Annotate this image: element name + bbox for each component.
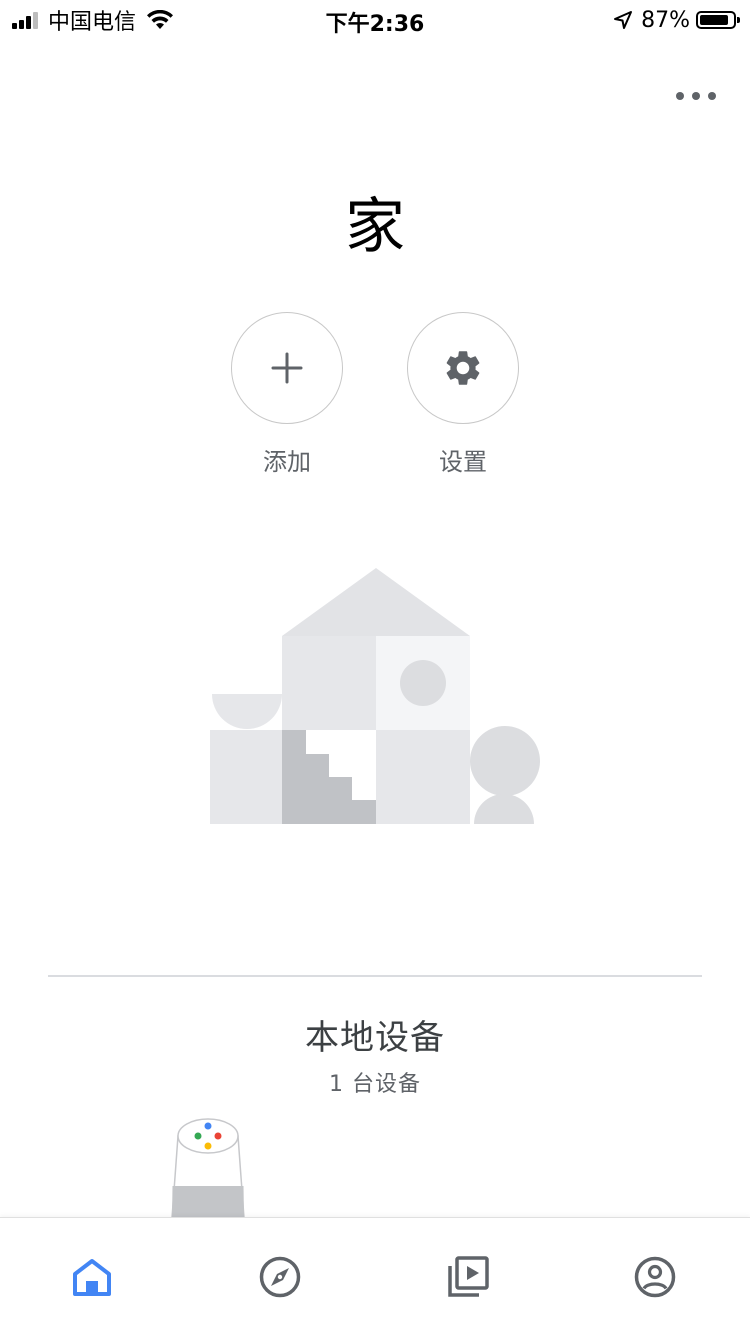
- google-home-speaker-icon[interactable]: [168, 1114, 248, 1224]
- illustration-block-lower-right: [376, 730, 470, 824]
- add-label: 添加: [263, 448, 311, 476]
- status-right: 87%: [613, 6, 740, 34]
- section-divider: [48, 975, 702, 977]
- speaker-dot-red: [214, 1132, 222, 1140]
- media-icon: [448, 1256, 489, 1297]
- account-icon: [634, 1256, 676, 1298]
- illustration-roof: [282, 568, 470, 636]
- bottom-nav: [0, 1217, 750, 1335]
- compass-icon: [259, 1256, 301, 1298]
- battery-icon: [696, 11, 740, 29]
- add-action: 添加: [231, 312, 343, 477]
- add-button[interactable]: [231, 312, 343, 424]
- nav-media[interactable]: [443, 1252, 493, 1302]
- battery-cap: [737, 17, 740, 23]
- status-bar: 中国电信 下午2:36 87%: [0, 0, 750, 40]
- device-count: 1 台设备: [329, 1072, 421, 1097]
- settings-action: 设置: [407, 312, 519, 477]
- illustration-figure-head: [470, 726, 540, 796]
- more-dot: [692, 92, 700, 100]
- illustration-circle-window: [400, 660, 446, 706]
- settings-button[interactable]: [407, 312, 519, 424]
- speaker-dot-green: [194, 1132, 202, 1140]
- location-arrow-icon: [614, 11, 633, 29]
- illustration-block-lower-left: [210, 730, 282, 824]
- battery-percent: 87%: [641, 7, 690, 33]
- gear-icon: [446, 351, 480, 385]
- settings-label: 设置: [439, 448, 487, 476]
- illustration-block-upper-left: [282, 636, 376, 730]
- illustration-bowl: [212, 694, 282, 729]
- more-dot: [708, 92, 716, 100]
- plus-icon: [271, 352, 303, 384]
- local-devices-title: 本地设备: [305, 1018, 445, 1058]
- speaker-dot-yellow: [204, 1142, 212, 1150]
- nav-discover[interactable]: [255, 1252, 305, 1302]
- illustration-figure-body: [474, 794, 534, 824]
- nav-home[interactable]: [67, 1252, 117, 1302]
- more-options-icon[interactable]: [676, 82, 716, 110]
- more-dot: [676, 92, 684, 100]
- empty-home-illustration: [210, 568, 540, 824]
- home-icon: [73, 1259, 111, 1296]
- speaker-dot-blue: [204, 1122, 212, 1130]
- battery-fill: [700, 15, 728, 25]
- nav-account[interactable]: [630, 1252, 680, 1302]
- page-title: 家: [345, 192, 405, 262]
